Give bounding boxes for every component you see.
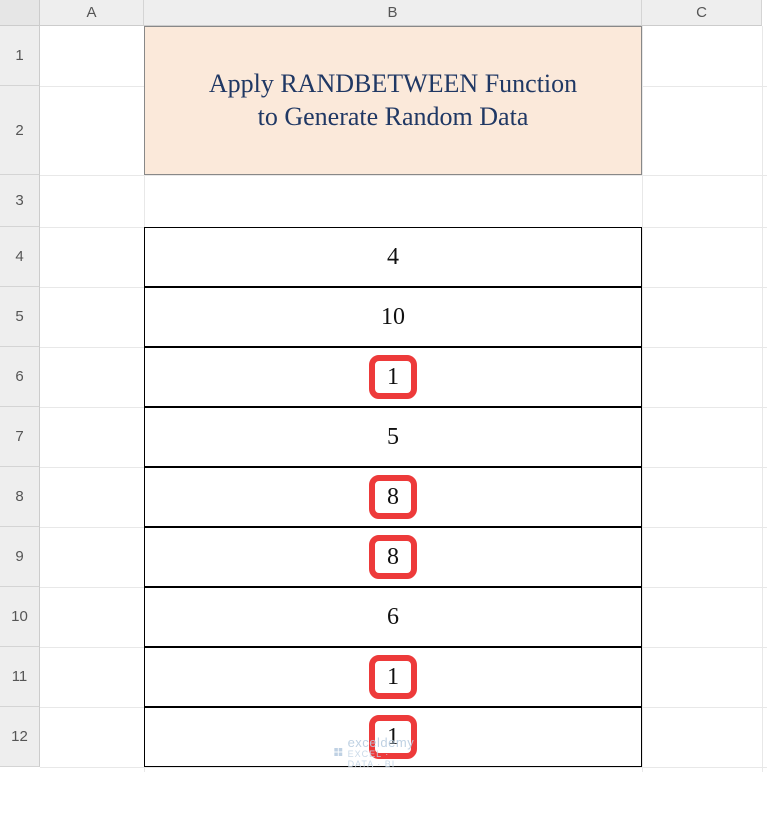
cell-b10[interactable]: 6 xyxy=(144,587,642,647)
row-headers: 123456789101112 xyxy=(0,26,40,767)
select-all-corner[interactable] xyxy=(0,0,40,26)
watermark-icon xyxy=(333,745,344,759)
row-header-10[interactable]: 10 xyxy=(0,587,40,647)
row-header-6[interactable]: 6 xyxy=(0,347,40,407)
cell-b6[interactable]: 1 xyxy=(144,347,642,407)
cell-b5[interactable]: 10 xyxy=(144,287,642,347)
title-merged-cell[interactable]: Apply RANDBETWEEN Function to Generate R… xyxy=(144,26,642,175)
col-header-b[interactable]: B xyxy=(144,0,642,26)
watermark-tagline: EXCEL · DATA · BI xyxy=(348,749,418,769)
cell-b4[interactable]: 4 xyxy=(144,227,642,287)
cell-b8[interactable]: 8 xyxy=(144,467,642,527)
row-header-7[interactable]: 7 xyxy=(0,407,40,467)
watermark: exceldemy EXCEL · DATA · BI xyxy=(333,735,418,769)
row-header-8[interactable]: 8 xyxy=(0,467,40,527)
row-header-4[interactable]: 4 xyxy=(0,227,40,287)
watermark-brand: exceldemy xyxy=(348,735,415,750)
row-header-3[interactable]: 3 xyxy=(0,175,40,227)
title-line-1: Apply RANDBETWEEN Function xyxy=(209,68,577,101)
row-header-2[interactable]: 2 xyxy=(0,86,40,175)
row-header-1[interactable]: 1 xyxy=(0,26,40,86)
col-header-a[interactable]: A xyxy=(40,0,144,26)
cell-b9[interactable]: 8 xyxy=(144,527,642,587)
cell-b7[interactable]: 5 xyxy=(144,407,642,467)
row-header-9[interactable]: 9 xyxy=(0,527,40,587)
row-header-5[interactable]: 5 xyxy=(0,287,40,347)
column-headers: ABC xyxy=(40,0,762,26)
row-header-12[interactable]: 12 xyxy=(0,707,40,767)
row-header-11[interactable]: 11 xyxy=(0,647,40,707)
col-header-c[interactable]: C xyxy=(642,0,762,26)
cell-b11[interactable]: 1 xyxy=(144,647,642,707)
title-line-2: to Generate Random Data xyxy=(258,101,529,134)
